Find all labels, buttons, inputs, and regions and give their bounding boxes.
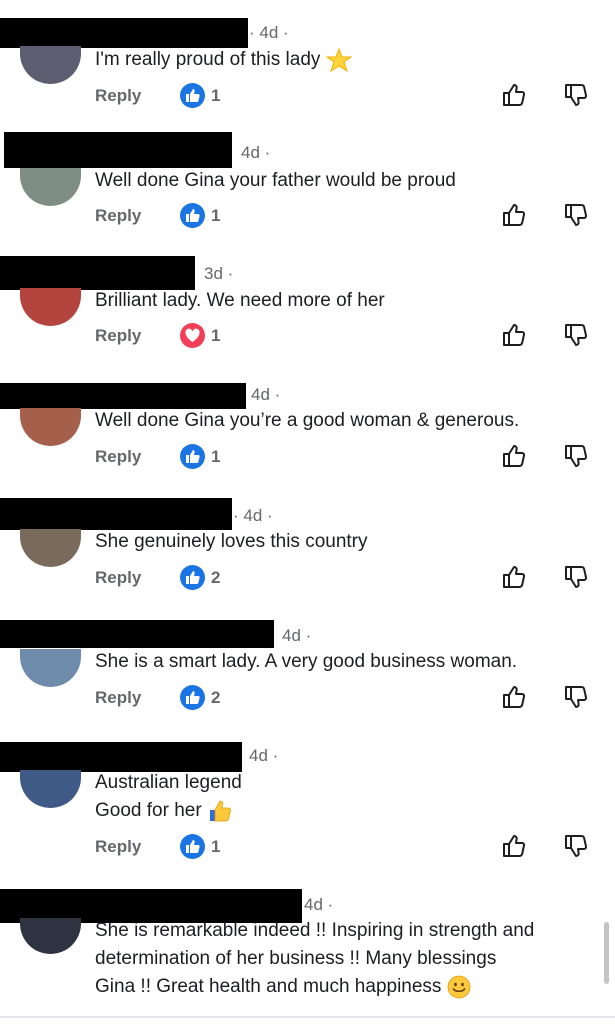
thumbs-down-outline-icon[interactable] <box>563 564 589 590</box>
avatar[interactable] <box>20 770 81 808</box>
redacted-name <box>0 383 246 409</box>
reaction-count: 1 <box>211 326 221 345</box>
thumbs-down-outline-icon[interactable] <box>563 82 589 108</box>
redacted-name <box>0 742 242 772</box>
thumbs-up-emoji-icon <box>209 800 231 822</box>
reaction-count: 1 <box>211 447 221 466</box>
comment-text: I'm really proud of this lady <box>95 46 352 74</box>
avatar[interactable] <box>20 918 81 954</box>
thumbs-down-outline-icon[interactable] <box>563 322 589 348</box>
thumbs-up-outline-icon[interactable] <box>501 443 527 469</box>
comment-text: Australian legend Good for her <box>95 769 242 825</box>
love-reaction-icon[interactable] <box>180 323 205 348</box>
redacted-name <box>0 256 195 290</box>
like-reaction-icon[interactable] <box>180 203 205 228</box>
comment-line: She is remarkable indeed !! Inspiring in… <box>95 920 535 941</box>
like-reaction-icon[interactable] <box>180 834 205 859</box>
thumbs-up-outline-icon[interactable] <box>501 322 527 348</box>
thumbs-down-outline-icon[interactable] <box>563 202 589 228</box>
redacted-name <box>0 620 274 648</box>
avatar[interactable] <box>20 408 81 446</box>
comment-time[interactable]: 4d · <box>304 895 333 915</box>
reaction-count: 1 <box>211 86 221 105</box>
comment-time[interactable]: 3d · <box>204 264 233 284</box>
avatar[interactable] <box>20 168 81 206</box>
comment-text: Brilliant lady. We need more of her <box>95 290 385 311</box>
comment-line: determination of her business !! Many bl… <box>95 948 497 969</box>
thumbs-up-outline-icon[interactable] <box>501 82 527 108</box>
avatar[interactable] <box>20 288 81 326</box>
scrollbar[interactable] <box>604 922 609 984</box>
redacted-name <box>4 132 232 168</box>
comment-time[interactable]: 4d · <box>241 143 270 163</box>
reply-button[interactable]: Reply <box>95 86 141 106</box>
redacted-name <box>0 18 248 48</box>
comment-time[interactable]: 4d · <box>249 746 278 766</box>
reply-button[interactable]: Reply <box>95 206 141 226</box>
reply-button[interactable]: Reply <box>95 688 141 708</box>
thumbs-down-outline-icon[interactable] <box>563 833 589 859</box>
reaction-count: 2 <box>211 688 221 707</box>
comment-time[interactable]: · 4d · <box>233 506 273 526</box>
avatar[interactable] <box>20 529 81 567</box>
star-emoji-icon <box>325 47 352 72</box>
like-reaction-icon[interactable] <box>180 444 205 469</box>
reply-button[interactable]: Reply <box>95 326 141 346</box>
thumbs-down-outline-icon[interactable] <box>563 684 589 710</box>
avatar[interactable] <box>20 46 81 84</box>
comment-text: She is a smart lady. A very good busines… <box>95 651 518 672</box>
comment-time[interactable]: 4d · <box>282 626 311 646</box>
comment-line: Australian legend <box>95 772 242 793</box>
reaction-count: 1 <box>211 837 221 856</box>
redacted-name <box>0 498 232 530</box>
smiley-emoji-icon <box>447 975 471 999</box>
reply-button[interactable]: Reply <box>95 447 141 467</box>
comment-text: She genuinely loves this country <box>95 531 368 552</box>
thumbs-up-outline-icon[interactable] <box>501 202 527 228</box>
reply-button[interactable]: Reply <box>95 837 141 857</box>
comment-text: Well done Gina you’re a good woman & gen… <box>95 410 520 431</box>
comment-text: She is remarkable indeed !! Inspiring in… <box>95 917 534 1001</box>
comment-time[interactable]: · 4d · <box>249 23 289 43</box>
like-reaction-icon[interactable] <box>180 565 205 590</box>
thumbs-up-outline-icon[interactable] <box>501 833 527 859</box>
like-reaction-icon[interactable] <box>180 685 205 710</box>
avatar[interactable] <box>20 649 81 687</box>
thumbs-up-outline-icon[interactable] <box>501 684 527 710</box>
like-reaction-icon[interactable] <box>180 83 205 108</box>
comment-time[interactable]: 4d · <box>251 385 280 405</box>
comment-text: Well done Gina your father would be prou… <box>95 170 456 191</box>
comment-line: Good for her <box>95 800 202 821</box>
reaction-count: 1 <box>211 206 221 225</box>
reaction-count: 2 <box>211 568 221 587</box>
comment-line: Gina !! Great health and much happiness <box>95 976 442 997</box>
thumbs-down-outline-icon[interactable] <box>563 443 589 469</box>
thumbs-up-outline-icon[interactable] <box>501 564 527 590</box>
divider <box>0 1016 615 1018</box>
reply-button[interactable]: Reply <box>95 568 141 588</box>
